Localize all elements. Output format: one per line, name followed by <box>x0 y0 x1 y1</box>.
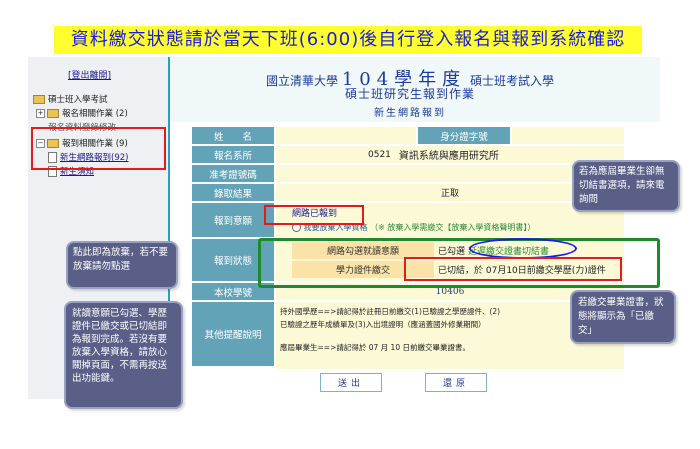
page-section-title: 新生網路報到 <box>374 108 446 119</box>
notice-banner: 資料繳交狀態請於當天下班(6:00)後自行登入報名與報到系統確認 <box>54 26 642 54</box>
remark-graduate: 應屆畢業生==>請記得於 07 月 10 日前繳交畢業證書。 <box>280 343 470 352</box>
expand-icon[interactable]: + <box>36 109 45 118</box>
dept-code: 0521 <box>368 149 391 160</box>
row-name: 姓 名 身分證字號 <box>192 127 624 144</box>
row-remarks: 其他提醒說明 持外國學歷==>請記得於註冊日前繳交(1)已驗證之學歷證件、(2)… <box>192 302 624 369</box>
row-exam-number: 准考證號碼 <box>192 165 624 182</box>
page-subtitle: 碩士班研究生報到作業 <box>344 87 475 101</box>
submit-button[interactable]: 送出 <box>320 373 382 392</box>
folder-icon <box>33 95 45 104</box>
folder-icon <box>47 109 59 118</box>
logout-link[interactable]: [登出離開] <box>68 68 111 81</box>
highlight-box-document <box>404 257 622 281</box>
reset-button[interactable]: 還原 <box>425 373 487 392</box>
row-result: 錄取結果 正取 <box>192 184 624 201</box>
highlight-ellipse-affidavit <box>469 238 577 259</box>
callout-graduate: 若為應屆畢業生卻無切結書選項，請來電詢問 <box>572 160 680 212</box>
row-department: 報名系所 0521 資訊系統與應用研究所 <box>192 146 624 163</box>
highlight-box-nav <box>31 127 166 170</box>
page-header: 國立清華大學 104學年度 碩士班考試入學 碩士班研究生報到作業 新生網路報到 <box>170 57 660 122</box>
dept-name: 資訊系統與應用研究所 <box>398 151 499 162</box>
callout-abandon: 點此即為放棄，若不要放棄請勿點選 <box>66 241 178 289</box>
nav-item-registration[interactable]: + 報名相關作業 (2) <box>36 107 128 119</box>
callout-check-complete: 就讀意願已勾選、學歷證件已繳交或已切結即為報到完成。若沒有要放棄入學資格，請放心… <box>64 301 183 409</box>
callout-submitted: 若繳交畢業證書，狀態將顯示為「已繳交」 <box>570 290 676 344</box>
highlight-box-intent <box>264 205 364 225</box>
main-panel: 國立清華大學 104學年度 碩士班考試入學 碩士班研究生報到作業 新生網路報到 … <box>170 57 660 399</box>
row-intent: 報到意願 網路已報到 我要放棄入學資格 （※ 放棄入學需繳交【放棄入學資格聲明書… <box>192 203 624 237</box>
nav-root[interactable]: 碩士班入學考試 <box>33 93 108 105</box>
